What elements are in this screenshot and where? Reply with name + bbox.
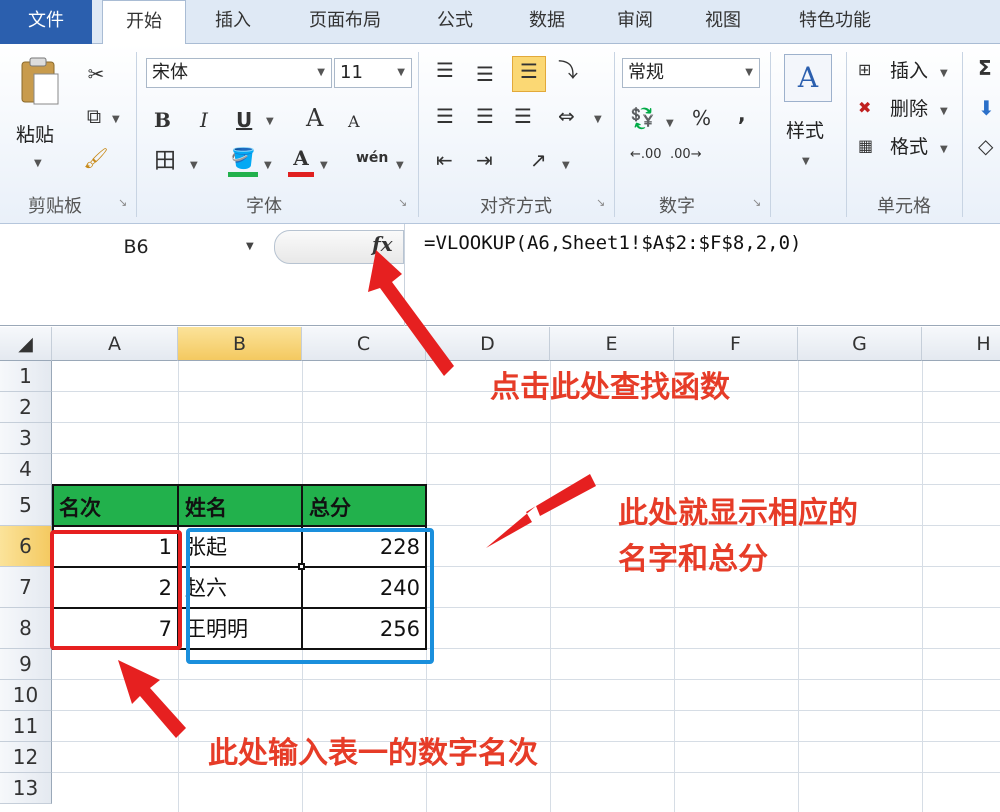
- arrow-to-fx-icon: [368, 250, 454, 376]
- result-annotation-line2: 名字和总分: [618, 542, 768, 577]
- arrow-to-rank-icon: [118, 660, 186, 738]
- result-annotation-line1: 此处就显示相应的: [618, 496, 858, 531]
- fx-annotation: 点击此处查找函数: [490, 370, 730, 405]
- input-annotation: 此处输入表一的数字名次: [208, 736, 538, 771]
- arrow-to-result-icon: [486, 474, 596, 548]
